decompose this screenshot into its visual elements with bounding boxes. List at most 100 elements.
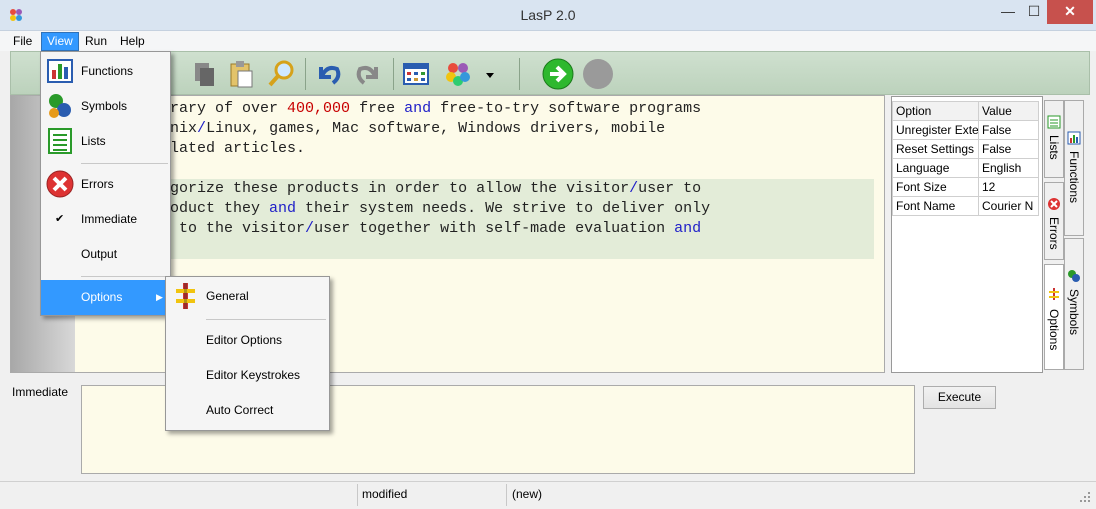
close-button[interactable]: ✕ xyxy=(1047,0,1093,24)
menu-bar: File View Run Help xyxy=(0,31,1096,51)
tab-errors-label: Errors xyxy=(1047,217,1061,250)
toolbar xyxy=(10,51,1090,95)
tab-functions-label: Functions xyxy=(1067,151,1081,204)
tab-symbols-label: Symbols xyxy=(1067,289,1081,336)
editor-token: and xyxy=(404,100,432,117)
editor-token: user to xyxy=(638,180,702,197)
options-row[interactable]: Font Size 12 xyxy=(892,177,1039,197)
paste-icon[interactable] xyxy=(226,59,256,89)
options-icon xyxy=(1049,288,1059,300)
editor-line[interactable]: otes. xyxy=(79,239,874,259)
view-menu-label: Lists xyxy=(81,134,106,148)
view-menu-symbols[interactable]: Symbols xyxy=(41,89,170,124)
editor-line[interactable]: is a library of over 400,000 free and fr… xyxy=(79,99,874,119)
undo-icon[interactable] xyxy=(313,59,343,89)
copy-icon[interactable] xyxy=(189,59,219,89)
menu-separator xyxy=(206,319,326,320)
option-value[interactable]: English xyxy=(978,158,1039,178)
view-menu-label: Options xyxy=(81,290,123,304)
option-key: Language xyxy=(892,158,979,178)
lists-icon xyxy=(48,128,72,154)
status-state: (new) xyxy=(512,487,543,501)
option-value[interactable]: False xyxy=(978,120,1039,140)
stop-icon[interactable] xyxy=(581,57,615,91)
editor-line[interactable] xyxy=(79,159,874,179)
palette-icon[interactable] xyxy=(443,59,473,89)
symbols-icon xyxy=(49,94,71,118)
tab-symbols[interactable]: Symbols xyxy=(1064,238,1084,370)
table-icon[interactable] xyxy=(401,59,431,89)
options-header-option: Option xyxy=(892,101,979,121)
submenu-auto-correct[interactable]: Auto Correct xyxy=(166,393,329,428)
editor-line[interactable]: and IT-related articles. xyxy=(79,139,874,159)
options-grid: Option Value Unregister Exte False Reset… xyxy=(892,101,1039,216)
view-menu-lists[interactable]: Lists xyxy=(41,124,170,159)
tab-lists[interactable]: Lists xyxy=(1044,100,1064,178)
view-menu-options[interactable]: Options ▶ xyxy=(41,280,170,315)
editor-token: categorize these products in order to al… xyxy=(125,180,630,197)
editor-token: / xyxy=(305,220,315,237)
view-menu-output[interactable]: Output xyxy=(41,237,170,272)
checkmark-icon: ✔ xyxy=(55,213,65,225)
editor-line[interactable]: exact product they and their system need… xyxy=(79,199,874,219)
options-row[interactable]: Unregister Exte False xyxy=(892,120,1039,140)
status-separator xyxy=(357,484,358,506)
general-options-icon xyxy=(176,283,195,309)
resize-grip-icon[interactable] xyxy=(1078,490,1092,504)
option-key: Font Name xyxy=(892,196,979,216)
editor-text[interactable]: is a library of over 400,000 free and fr… xyxy=(79,99,874,259)
submenu-general[interactable]: General xyxy=(166,279,329,314)
title-bar: LasP 2.0 — ☐ ✕ xyxy=(0,0,1096,31)
view-menu-functions[interactable]: Functions xyxy=(41,54,170,89)
view-menu-immediate[interactable]: ✔ Immediate xyxy=(41,202,170,237)
option-value[interactable]: Courier N xyxy=(978,196,1039,216)
redo-icon[interactable] xyxy=(354,59,384,89)
run-icon[interactable] xyxy=(541,57,575,91)
toolbar-separator xyxy=(393,58,394,90)
option-value[interactable]: False xyxy=(978,139,1039,159)
search-icon[interactable] xyxy=(266,59,296,89)
status-bar: modified (new) xyxy=(0,481,1096,509)
tab-options[interactable]: Options xyxy=(1044,264,1064,370)
editor-line[interactable]: products to the visitor/user together wi… xyxy=(79,219,874,239)
editor-token: / xyxy=(629,180,639,197)
menu-run[interactable]: Run xyxy=(80,32,112,51)
options-row[interactable]: Font Name Courier N xyxy=(892,196,1039,216)
submenu-editor-keystrokes[interactable]: Editor Keystrokes xyxy=(166,358,329,393)
menu-separator xyxy=(81,276,168,277)
minimize-button[interactable]: — xyxy=(995,0,1021,24)
option-key: Font Size xyxy=(892,177,979,197)
options-panel: Option Value Unregister Exte False Reset… xyxy=(891,96,1043,373)
view-menu-label: Errors xyxy=(81,177,114,191)
dropdown-arrow-icon[interactable] xyxy=(483,59,497,89)
option-value[interactable]: 12 xyxy=(978,177,1039,197)
submenu-arrow-icon: ▶ xyxy=(156,292,163,302)
options-row[interactable]: Language English xyxy=(892,158,1039,178)
editor-line[interactable]: and categorize these products in order t… xyxy=(79,179,874,199)
tab-functions[interactable]: Functions xyxy=(1064,100,1084,236)
symbols-icon xyxy=(1068,270,1080,282)
maximize-button[interactable]: ☐ xyxy=(1021,0,1047,24)
options-row[interactable]: Reset Settings False xyxy=(892,139,1039,159)
options-header-value: Value xyxy=(978,101,1039,121)
editor-token: 400,000 xyxy=(287,100,351,117)
submenu-label: Editor Options xyxy=(206,333,283,347)
option-key: Reset Settings xyxy=(892,139,979,159)
menu-view[interactable]: View xyxy=(41,32,79,51)
submenu-label: Auto Correct xyxy=(206,403,274,417)
status-modified: modified xyxy=(362,487,408,501)
errors-icon xyxy=(1048,198,1060,210)
view-menu-label: Immediate xyxy=(81,212,138,226)
toolbar-separator xyxy=(519,58,520,90)
submenu-editor-options[interactable]: Editor Options xyxy=(166,323,329,358)
submenu-label: Editor Keystrokes xyxy=(206,368,301,382)
menu-help[interactable]: Help xyxy=(115,32,150,51)
menu-file[interactable]: File xyxy=(8,32,37,51)
view-menu-errors[interactable]: Errors xyxy=(41,167,170,202)
editor-line[interactable]: ows and Unix/Linux, games, Mac software,… xyxy=(79,119,874,139)
execute-button[interactable]: Execute xyxy=(923,386,996,409)
tab-errors[interactable]: Errors xyxy=(1044,182,1064,260)
view-menu-label: Symbols xyxy=(81,99,128,113)
tab-lists-label: Lists xyxy=(1047,135,1061,160)
editor-token: user together with self-made evaluation xyxy=(314,220,675,237)
